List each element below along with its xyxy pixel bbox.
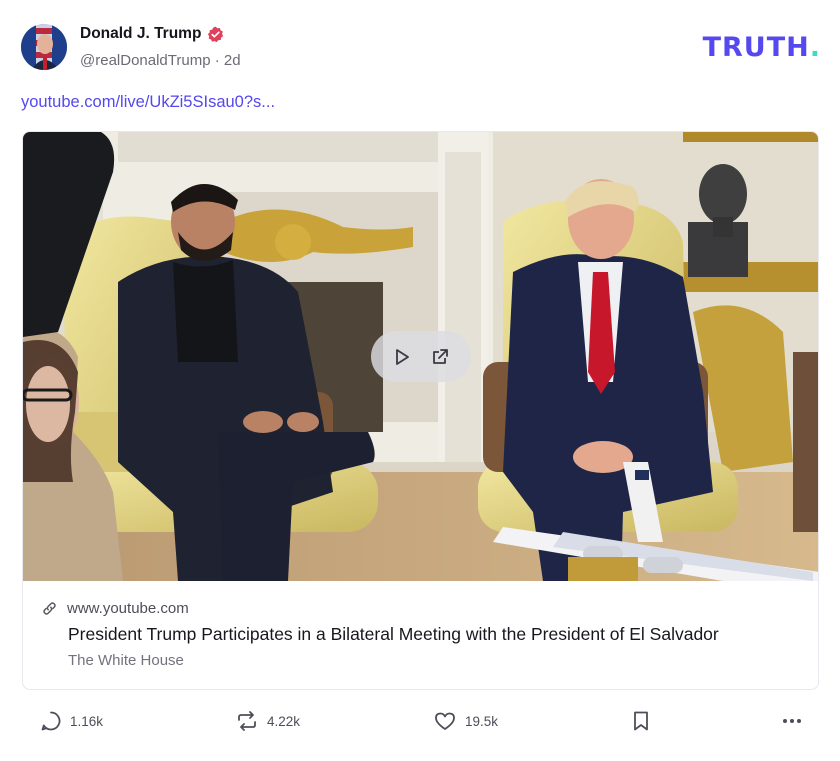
like-button[interactable]: 19.5k: [433, 710, 498, 732]
more-button[interactable]: [780, 710, 804, 732]
meta-separator: ·: [214, 52, 220, 69]
like-icon: [435, 712, 455, 730]
like-count: 19.5k: [465, 713, 499, 729]
retruth-count: 4.22k: [267, 713, 301, 729]
post-actions: 1.16k 4.22k 19.5k: [40, 710, 810, 738]
bookmark-button[interactable]: [631, 710, 651, 732]
author-avatar[interactable]: [21, 24, 67, 70]
link-domain-row: www.youtube.com: [41, 600, 189, 617]
link-card-meta: www.youtube.com President Trump Particip…: [23, 581, 818, 689]
link-title[interactable]: President Trump Participates in a Bilate…: [68, 624, 719, 645]
reply-button[interactable]: 1.16k: [40, 710, 103, 732]
bookmark-icon: [634, 711, 648, 731]
author-handle[interactable]: @realDonaldTrump: [80, 52, 211, 69]
author-name[interactable]: Donald J. Trump: [80, 25, 201, 43]
play-icon[interactable]: [391, 346, 413, 368]
logo-dot: .: [809, 32, 821, 63]
retruth-button[interactable]: 4.22k: [235, 710, 300, 732]
video-controls: [371, 331, 471, 382]
link-source: The White House: [68, 652, 184, 669]
post-header: Donald J. Trump @realDonaldTrump · 2d TR…: [21, 24, 821, 74]
retruth-icon: [238, 711, 256, 731]
link-domain: www.youtube.com: [67, 600, 189, 617]
author-meta: @realDonaldTrump · 2d: [80, 52, 241, 69]
logo-text: TRUTH: [702, 32, 810, 63]
verified-badge-icon: [208, 26, 224, 42]
link-preview-card[interactable]: www.youtube.com President Trump Particip…: [22, 131, 819, 690]
external-link-icon[interactable]: [429, 346, 451, 368]
reply-count: 1.16k: [70, 713, 104, 729]
video-thumbnail[interactable]: [23, 132, 818, 581]
more-icon: [783, 719, 801, 723]
reply-icon: [41, 711, 61, 731]
link-icon: [43, 602, 56, 615]
truth-logo[interactable]: TRUTH.: [703, 32, 821, 63]
post-link[interactable]: youtube.com/live/UkZi5SIsau0?s...: [21, 93, 275, 112]
post-time[interactable]: 2d: [224, 52, 241, 69]
